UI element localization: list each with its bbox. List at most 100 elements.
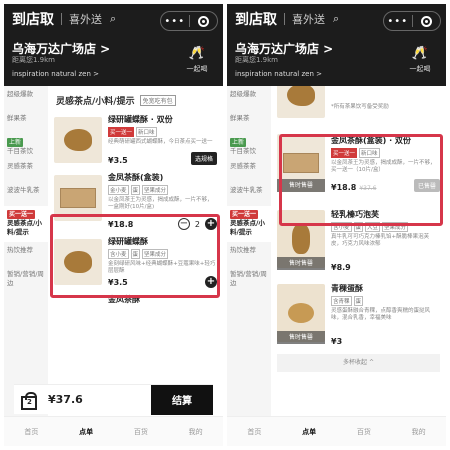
drink-together-label: 一起喝 bbox=[409, 65, 431, 73]
product-name: 金凤茶酥 bbox=[108, 295, 140, 304]
product-tag: 含小麦 bbox=[108, 249, 129, 259]
sidebar-item[interactable]: 超级爆款 bbox=[227, 86, 271, 110]
product-name: 金凤茶酥(盒装) · 双份 bbox=[331, 136, 411, 145]
product-item[interactable]: 金凤茶酥(盒装) 金小麦 蛋 坚果成分 以金凤茶王为灵感，揭成成酥，一片不够，一… bbox=[48, 169, 223, 233]
product-desc: *所有茶果饮写备受奖励 bbox=[331, 104, 389, 110]
drink-together-button[interactable]: 🥂 一起喝 bbox=[181, 46, 213, 74]
sidebar-item[interactable]: 波波牛乳茶 bbox=[4, 182, 48, 206]
new-badge: 上新 bbox=[230, 138, 247, 147]
product-price: ¥3.5 bbox=[108, 156, 128, 165]
add-button[interactable]: + bbox=[205, 276, 217, 288]
search-icon[interactable]: ⌕ bbox=[333, 12, 339, 26]
sidebar-item[interactable]: 波波牛乳茶 bbox=[227, 182, 271, 206]
product-image bbox=[54, 175, 102, 221]
tab-pickup[interactable]: 到店取 bbox=[12, 9, 54, 29]
drink-together-button[interactable]: 🥂 一起喝 bbox=[404, 46, 436, 74]
soldout-label: 售时售罄 bbox=[277, 257, 325, 270]
screenshot-stage: 到店取 喜外送 ⌕ ••• 乌海万达广场店 > 距离您1.9km inspira… bbox=[0, 0, 450, 450]
tab-delivery[interactable]: 喜外送 bbox=[292, 11, 325, 27]
product-tag: 金小麦 bbox=[108, 185, 129, 195]
tab-home[interactable]: 首页 bbox=[227, 417, 282, 446]
product-list: *所有茶果饮写备受奖励 售时售罄 金凤茶酥(盒装) · 双份 买一送一 新口味 … bbox=[271, 86, 446, 416]
product-price: ¥3.5 bbox=[108, 278, 128, 287]
increase-button[interactable]: + bbox=[205, 218, 217, 230]
product-desc: 灵感蛋酥融合青稞，点醇香爽糯的蛋挞风味，混合乳香，幸福美味 bbox=[331, 308, 431, 321]
tab-shop[interactable]: 百货 bbox=[114, 417, 169, 446]
product-item[interactable]: 金凤茶酥 bbox=[48, 291, 223, 311]
tab-mine[interactable]: 我的 bbox=[391, 417, 446, 446]
tab-mine[interactable]: 我的 bbox=[168, 417, 223, 446]
shopping-bag-icon[interactable]: 2 bbox=[18, 390, 40, 410]
tab-delivery[interactable]: 喜外送 bbox=[69, 11, 102, 27]
quantity-stepper: − 2 + bbox=[177, 218, 217, 230]
tab-divider bbox=[284, 13, 285, 25]
collapse-toggle[interactable]: 多杯收起 ^ bbox=[277, 354, 440, 372]
product-name: 绿研罐蝶酥 · 双份 bbox=[108, 115, 173, 124]
sidebar-item-active[interactable]: 买一送一 灵感茶点/小料/提示 bbox=[4, 206, 48, 242]
section-tag: 免宽吃有包 bbox=[139, 95, 176, 106]
select-spec-button[interactable]: 选规格 bbox=[190, 152, 217, 165]
product-item[interactable]: 售时售罄 金凤茶酥(盒装) · 双份 买一送一 新口味 以金凤茶王为灵感，揭成成… bbox=[271, 118, 446, 202]
cart-bar: 2 ¥37.6 结算 bbox=[14, 384, 213, 415]
product-item[interactable]: 售时售罄 轻乳榛巧泡芙 含小麦 蛋 大豆 坚果成分 真牛乳可可巧克力榛乳馅+酥脆… bbox=[271, 202, 446, 276]
tab-order[interactable]: 点单 bbox=[282, 417, 337, 446]
search-icon[interactable]: ⌕ bbox=[110, 12, 116, 26]
cart-count: 2 bbox=[27, 397, 32, 406]
decrease-button[interactable]: − bbox=[177, 218, 190, 230]
product-tag: 坚果成分 bbox=[142, 185, 169, 195]
product-tag: 蛋 bbox=[130, 249, 141, 259]
tab-order[interactable]: 点单 bbox=[59, 417, 114, 446]
promo-badge: 买一送一 bbox=[7, 210, 36, 219]
phone-left: 到店取 喜外送 ⌕ ••• 乌海万达广场店 > 距离您1.9km inspira… bbox=[4, 4, 223, 446]
tab-home[interactable]: 首页 bbox=[4, 417, 59, 446]
product-item[interactable]: 售时售罄 青稞蛋酥 含青稞 蛋 灵感蛋酥融合青稞，点醇香爽糯的蛋挞风味，混合乳香… bbox=[271, 276, 446, 350]
sidebar-item[interactable]: 超级爆款 bbox=[4, 86, 48, 110]
product-item[interactable]: 绿研罐蝶酥 · 双份 买一送一 新口味 经典萌研罐西式蝴蝶酥，今日茶点买一送一 … bbox=[48, 111, 223, 169]
product-tag: 买一送一 bbox=[108, 127, 135, 137]
sidebar-item[interactable]: 热饮推荐 bbox=[4, 242, 48, 266]
product-tag: 蛋 bbox=[353, 296, 364, 306]
product-image bbox=[277, 86, 325, 118]
product-tag: 含小麦 bbox=[331, 222, 352, 232]
sidebar-item[interactable]: 暂销/营销/周边 bbox=[227, 266, 271, 290]
store-distance: 距离您1.9km bbox=[235, 56, 279, 64]
product-item-partial: *所有茶果饮写备受奖励 bbox=[271, 86, 446, 118]
header: 到店取 喜外送 ⌕ ••• 乌海万达广场店 > 距离您1.9km inspira… bbox=[227, 4, 446, 86]
product-price: ¥3 bbox=[331, 337, 343, 346]
sidebar-item[interactable]: 热饮推荐 bbox=[227, 242, 271, 266]
soldout-button: 已售罄 bbox=[413, 179, 440, 192]
category-sidebar: 超级爆款 鲜果茶 上新 千目茶饮 灵感茶茶 波波牛乳茶 买一送一 灵感茶点/小料/提… bbox=[227, 86, 271, 416]
product-name: 青稞蛋酥 bbox=[331, 284, 363, 293]
sidebar-item[interactable]: 上新 千目茶饮 bbox=[227, 134, 271, 158]
promo-badge: 买一送一 bbox=[230, 210, 259, 219]
sidebar-item-active[interactable]: 买一送一 灵感茶点/小料/提示 bbox=[227, 206, 271, 242]
mini-program-capsule: ••• bbox=[160, 11, 218, 31]
product-item[interactable]: 绿研罐蝶酥 含小麦 蛋 坚果成分 金刻绿研风味+经典蝴蝶酥+豆蔻果味+轻巧层层酥… bbox=[48, 233, 223, 291]
more-icon[interactable]: ••• bbox=[161, 16, 189, 27]
cheers-icon: 🥂 bbox=[411, 46, 429, 61]
sidebar-item[interactable]: 鲜果茶 bbox=[4, 110, 48, 134]
more-icon[interactable]: ••• bbox=[384, 16, 412, 27]
new-badge: 上新 bbox=[7, 138, 24, 147]
product-price: ¥18.8 ¥37.6 bbox=[331, 183, 377, 192]
product-name: 轻乳榛巧泡芙 bbox=[331, 210, 379, 219]
tab-pickup[interactable]: 到店取 bbox=[235, 9, 277, 29]
close-target-icon[interactable] bbox=[413, 15, 441, 27]
phone-right: 到店取 喜外送 ⌕ ••• 乌海万达广场店 > 距离您1.9km inspira… bbox=[227, 4, 446, 446]
sidebar-item[interactable]: 暂销/营销/周边 bbox=[4, 266, 48, 290]
category-sidebar: 超级爆款 鲜果茶 上新 千目茶饮 灵感茶茶 波波牛乳茶 买一送一 灵感茶点/小料/提… bbox=[4, 86, 48, 416]
brand-slogan[interactable]: inspiration natural zen > bbox=[12, 70, 99, 78]
sidebar-item[interactable]: 灵感茶茶 bbox=[4, 158, 48, 182]
product-price: ¥18.8 bbox=[108, 220, 134, 229]
sidebar-item[interactable]: 灵感茶茶 bbox=[227, 158, 271, 182]
header: 到店取 喜外送 ⌕ ••• 乌海万达广场店 > 距离您1.9km inspira… bbox=[4, 4, 223, 86]
brand-slogan[interactable]: inspiration natural zen > bbox=[235, 70, 322, 78]
sidebar-item[interactable]: 上新 千目茶饮 bbox=[4, 134, 48, 158]
store-distance: 距离您1.9km bbox=[12, 56, 56, 64]
cheers-icon: 🥂 bbox=[188, 46, 206, 61]
tab-shop[interactable]: 百货 bbox=[337, 417, 392, 446]
tab-divider bbox=[61, 13, 62, 25]
close-target-icon[interactable] bbox=[190, 15, 218, 27]
sidebar-item[interactable]: 鲜果茶 bbox=[227, 110, 271, 134]
checkout-button[interactable]: 结算 bbox=[151, 384, 213, 415]
